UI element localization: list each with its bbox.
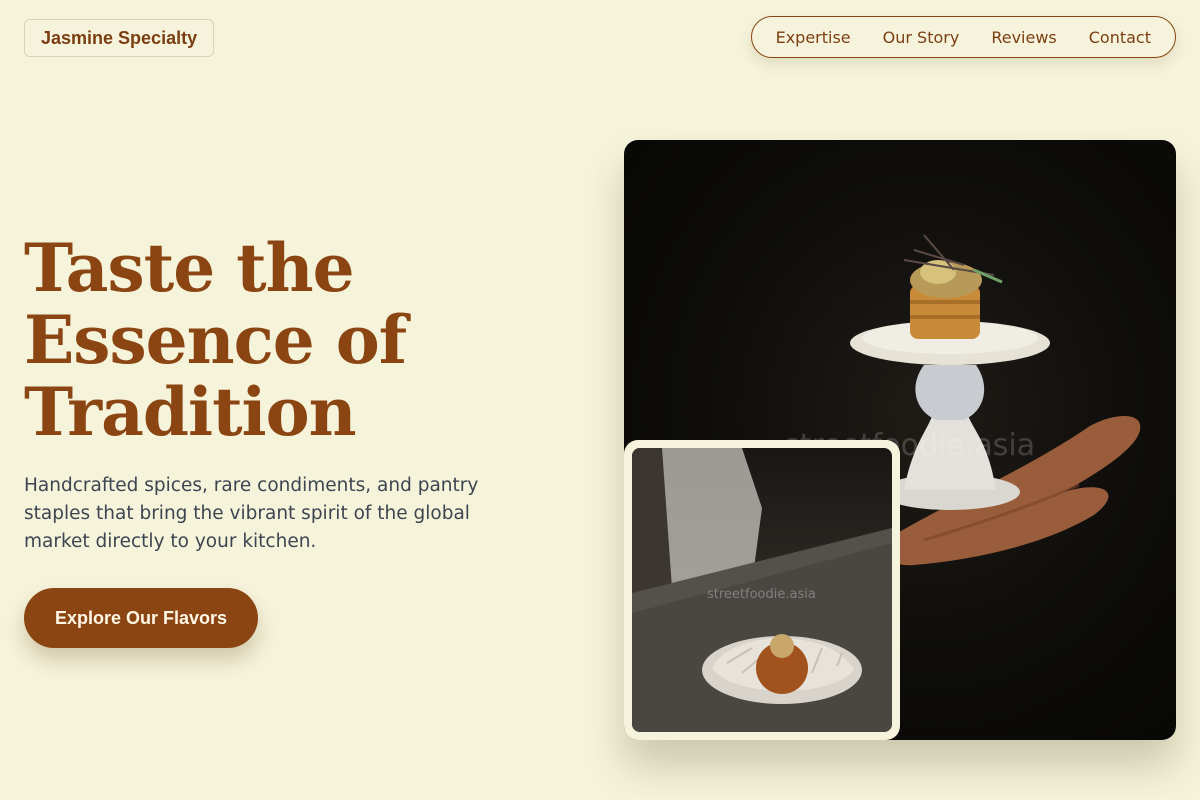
inset-watermark: streetfoodie.asia bbox=[707, 587, 816, 602]
headline-line-1: Taste the bbox=[24, 229, 355, 307]
shell-dish-illustration: streetfoodie.asia bbox=[632, 448, 892, 732]
hero-subtext: Handcrafted spices, rare condiments, and… bbox=[24, 475, 479, 552]
nav-link-expertise[interactable]: Expertise bbox=[760, 28, 867, 47]
hero-headline: Taste the Essence of Tradition bbox=[24, 232, 584, 448]
brand-logo[interactable]: Jasmine Specialty bbox=[24, 19, 215, 57]
headline-line-2: Essence of bbox=[24, 301, 407, 379]
explore-flavors-button[interactable]: Explore Our Flavors bbox=[24, 588, 258, 648]
nav-link-our-story[interactable]: Our Story bbox=[867, 28, 976, 47]
inset-photo-frame: streetfoodie.asia bbox=[632, 448, 892, 732]
headline-line-3: Tradition bbox=[24, 373, 357, 451]
nav-link-contact[interactable]: Contact bbox=[1073, 28, 1167, 47]
nav-link-reviews[interactable]: Reviews bbox=[975, 28, 1072, 47]
main-nav: Expertise Our Story Reviews Contact bbox=[750, 16, 1176, 58]
hero-inset-photo: streetfoodie.asia bbox=[624, 440, 900, 740]
